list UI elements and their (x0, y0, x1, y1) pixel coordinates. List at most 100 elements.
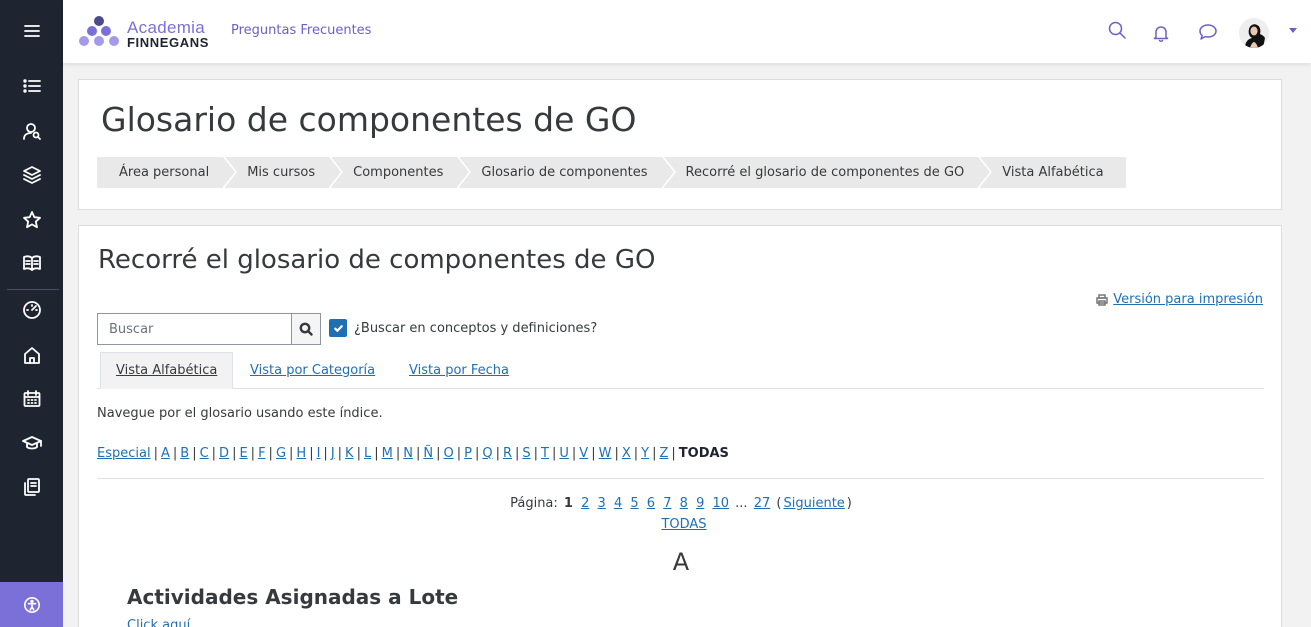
index-letter-link[interactable]: B (180, 446, 189, 461)
faq-link[interactable]: Preguntas Frecuentes (231, 23, 371, 38)
index-letter-link[interactable]: P (464, 446, 472, 461)
rail-item-index[interactable] (0, 71, 63, 101)
index-letter-link[interactable]: D (219, 446, 229, 461)
star-icon (22, 211, 41, 229)
index-instructions: Navegue por el glosario usando este índi… (97, 406, 383, 421)
index-separator: | (591, 446, 596, 461)
home-icon (23, 347, 40, 364)
rail-item-participants[interactable] (0, 116, 63, 146)
breadcrumb-item[interactable]: Glosario de componentes (459, 157, 676, 188)
search-definitions-checkbox[interactable] (329, 319, 347, 337)
index-letter-link[interactable]: Q (482, 446, 492, 461)
index-letter-link[interactable]: N (403, 446, 413, 461)
index-letter-link[interactable]: U (559, 446, 569, 461)
notifications-button[interactable] (1149, 21, 1173, 45)
pagination-all-link[interactable]: TODAS (661, 517, 706, 532)
index-separator: | (515, 446, 520, 461)
index-letter-link[interactable]: O (443, 446, 453, 461)
index-letter-link[interactable]: Especial (97, 446, 151, 461)
index-separator: | (495, 446, 500, 461)
rail-item-favorites[interactable] (0, 205, 63, 235)
index-letter-link[interactable]: X (622, 446, 631, 461)
index-separator: | (337, 446, 343, 461)
index-separator: | (211, 446, 217, 461)
print-version-label: Versión para impresión (1113, 292, 1263, 307)
rail-item-courses[interactable] (0, 160, 63, 190)
user-menu-caret-icon[interactable] (1289, 28, 1297, 33)
tab-date[interactable]: Vista por Fecha (394, 352, 524, 389)
pagination-page-link[interactable]: 5 (630, 496, 638, 511)
index-separator: | (153, 446, 158, 461)
pagination-page-link[interactable]: 6 (647, 496, 655, 511)
pagination-page-link[interactable]: 4 (614, 496, 622, 511)
search-icon (299, 322, 313, 336)
search-submit-button[interactable] (291, 313, 321, 345)
glossary-card: Recorré el glosario de componentes de GO… (78, 225, 1282, 627)
index-separator: | (474, 446, 480, 461)
index-letter-link[interactable]: F (258, 446, 265, 461)
index-letter-link[interactable]: E (239, 446, 247, 461)
book-icon (22, 255, 41, 271)
user-avatar[interactable] (1239, 18, 1269, 48)
check-icon (333, 324, 343, 332)
breadcrumb-item[interactable]: Mis cursos (225, 157, 344, 188)
search-button[interactable] (1105, 18, 1129, 42)
page-header: Glosario de componentes de GO Área perso… (78, 79, 1282, 210)
pagination-page-link[interactable]: 8 (680, 496, 688, 511)
rail-item-calendar[interactable] (0, 384, 63, 414)
index-letter-link[interactable]: M (382, 446, 393, 461)
breadcrumb-item[interactable]: Área personal (97, 157, 238, 188)
breadcrumb-current: Vista Alfabética (980, 157, 1126, 188)
index-separator: | (172, 446, 178, 461)
pagination-page-link[interactable]: 10 (712, 496, 729, 511)
rail-item-library[interactable] (0, 248, 63, 278)
pagination-page-link[interactable]: 2 (581, 496, 589, 511)
tab-category[interactable]: Vista por Categoría (235, 352, 390, 389)
index-letter-link[interactable]: S (522, 446, 530, 461)
rail-item-dashboard[interactable] (0, 295, 63, 325)
breadcrumb-item[interactable]: Componentes (331, 157, 472, 188)
index-letter-link[interactable]: H (296, 446, 306, 461)
index-letter-link[interactable]: A (161, 446, 170, 461)
index-separator: | (268, 446, 273, 461)
pagination-page-link[interactable]: 9 (696, 496, 704, 511)
pagination-page-link[interactable]: 3 (598, 496, 606, 511)
messages-button[interactable] (1196, 20, 1220, 44)
accessibility-button[interactable] (0, 582, 63, 627)
index-separator: | (571, 446, 577, 461)
rail-item-files[interactable] (0, 472, 63, 502)
rail-separator (7, 289, 59, 290)
pagination-page-link[interactable]: 27 (754, 496, 771, 511)
index-letter-link[interactable]: Y (641, 446, 649, 461)
index-letter-link[interactable]: G (276, 446, 286, 461)
entry-link[interactable]: Click aquí (127, 618, 190, 627)
pagination-page-link[interactable]: 7 (663, 496, 671, 511)
print-version-link[interactable]: Versión para impresión (1096, 292, 1263, 307)
pagination-next-link[interactable]: Siguiente (783, 496, 844, 511)
index-separator: | (232, 446, 237, 461)
breadcrumb-item[interactable]: Recorré el glosario de componentes de GO (663, 157, 992, 188)
graduation-cap-icon (21, 436, 42, 450)
glossary-title: Recorré el glosario de componentes de GO (98, 245, 656, 275)
index-letter-link[interactable]: Ñ (423, 446, 433, 461)
index-letter-link[interactable]: C (200, 446, 209, 461)
index-separator: | (289, 446, 294, 461)
index-letter-link[interactable]: R (503, 446, 512, 461)
rail-item-home[interactable] (0, 340, 63, 370)
rail-item-my-courses[interactable] (0, 428, 63, 458)
menu-toggle-button[interactable] (0, 16, 63, 46)
index-letter-link[interactable]: V (579, 446, 588, 461)
calendar-icon (23, 390, 40, 407)
index-separator: | (356, 446, 361, 461)
index-letter-link[interactable]: W (599, 446, 612, 461)
index-separator: | (395, 446, 401, 461)
index-separator: | (192, 446, 197, 461)
index-letter-link[interactable]: T (541, 446, 549, 461)
search-input[interactable] (97, 313, 291, 345)
index-separator: | (250, 446, 256, 461)
pagination: Página: 1 2 3 4 5 6 7 8 9 10 ... 27 (Sig… (510, 496, 852, 511)
index-letter-link[interactable]: K (345, 446, 354, 461)
search-definitions-label[interactable]: ¿Buscar en conceptos y definiciones? (354, 321, 597, 336)
brand-logo-icon[interactable] (77, 14, 121, 48)
tab-alphabetical[interactable]: Vista Alfabética (100, 352, 234, 389)
